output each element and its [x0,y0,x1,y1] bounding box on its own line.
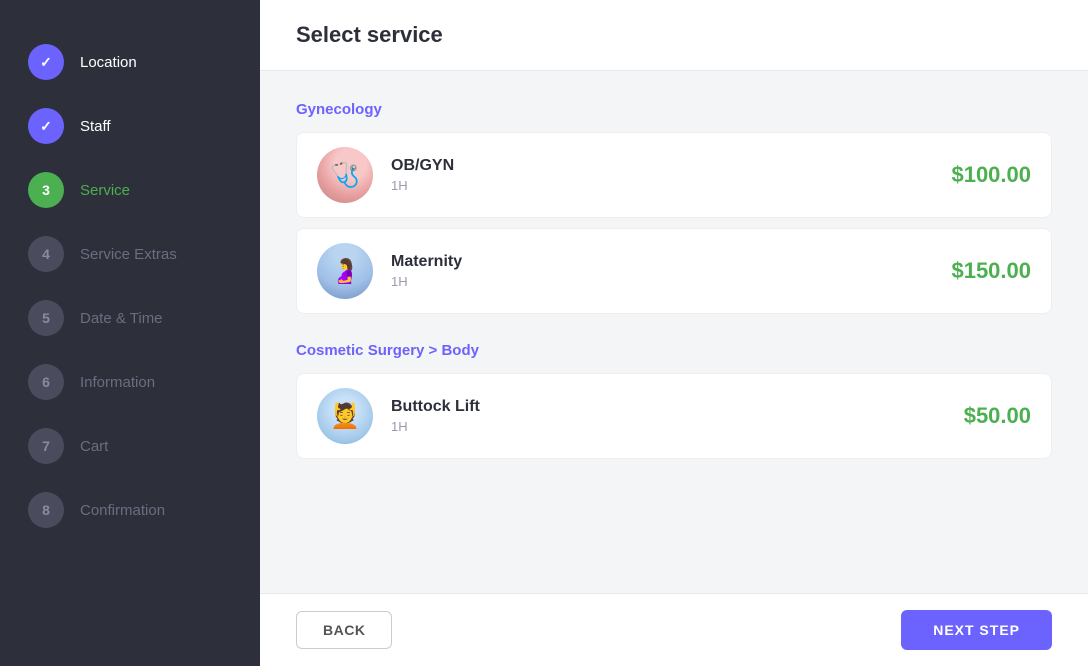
sidebar-item-label: Service Extras [80,246,177,263]
service-price: $100.00 [951,162,1031,188]
page-title: Select service [296,22,1052,48]
sidebar-item-label: Date & Time [80,310,163,327]
service-card-buttock-lift[interactable]: Buttock Lift 1H$50.00 [296,373,1052,459]
footer: BACK NEXT STEP [260,593,1088,666]
back-button[interactable]: BACK [296,611,392,649]
sidebar-item-cart[interactable]: 7Cart [0,414,260,478]
sidebar-item-service[interactable]: 3Service [0,158,260,222]
service-card-maternity[interactable]: Maternity 1H$150.00 [296,228,1052,314]
sidebar-item-date-&-time[interactable]: 5Date & Time [0,286,260,350]
main-header: Select service [260,0,1088,71]
sidebar-item-label: Staff [80,118,111,135]
category-label: Cosmetic Surgery > Body [296,342,1052,359]
main-content: Select service GynecologyOB/GYN1H$100.00… [260,0,1088,666]
service-name: Buttock Lift [391,398,964,416]
sidebar-item-service-extras[interactable]: 4Service Extras [0,222,260,286]
sidebar-item-confirmation[interactable]: 8Confirmation [0,478,260,542]
service-duration: 1H [391,178,951,193]
service-info: Buttock Lift 1H [391,398,964,434]
category-cosmetic-surgery: Cosmetic Surgery > Body Buttock Lift 1H$50… [296,342,1052,459]
service-name: Maternity [391,253,951,271]
service-thumbnail-obgyn [317,147,373,203]
sidebar-item-label: Confirmation [80,502,165,519]
sidebar-item-label: Location [80,54,137,71]
service-price: $150.00 [951,258,1031,284]
service-duration: 1H [391,419,964,434]
sidebar: ✓Location✓Staff3Service4Service Extras5D… [0,0,260,666]
service-name: OB/GYN [391,157,951,175]
sidebar-item-location[interactable]: ✓Location [0,30,260,94]
sidebar-item-label: Service [80,182,130,199]
service-card-obgyn[interactable]: OB/GYN 1H$100.00 [296,132,1052,218]
service-thumbnail-buttock-lift [317,388,373,444]
sidebar-item-label: Information [80,374,155,391]
sidebar-item-information[interactable]: 6Information [0,350,260,414]
service-price: $50.00 [964,403,1031,429]
sidebar-item-staff[interactable]: ✓Staff [0,94,260,158]
service-thumbnail-maternity [317,243,373,299]
service-info: OB/GYN 1H [391,157,951,193]
service-duration: 1H [391,274,951,289]
sidebar-item-label: Cart [80,438,108,455]
service-list: GynecologyOB/GYN1H$100.00Maternity1H$150… [260,71,1088,593]
category-gynecology: GynecologyOB/GYN1H$100.00Maternity1H$150… [296,101,1052,314]
service-info: Maternity 1H [391,253,951,289]
category-label: Gynecology [296,101,1052,118]
next-step-button[interactable]: NEXT STEP [901,610,1052,650]
